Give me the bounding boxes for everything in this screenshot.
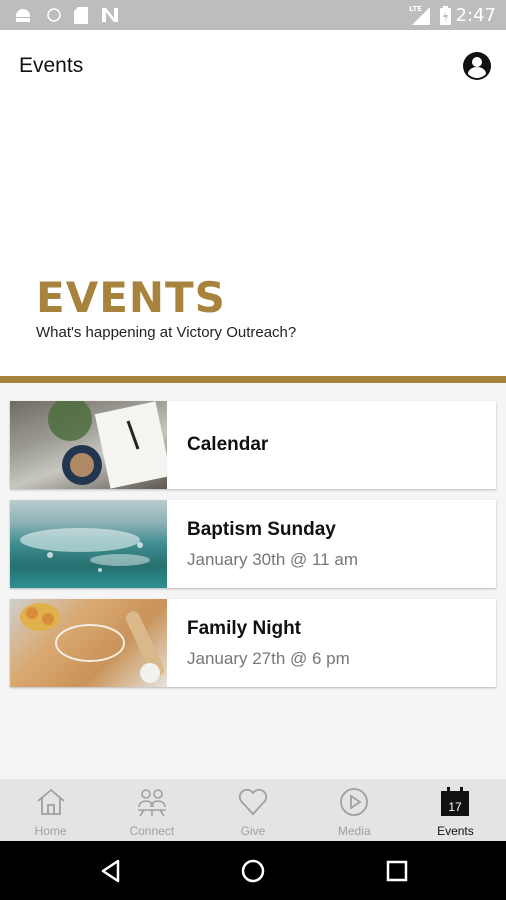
app-title: Events [19, 54, 84, 77]
family-night-thumbnail [10, 599, 167, 687]
battery-icon [440, 6, 451, 25]
nav-connect[interactable]: Connect [101, 779, 202, 841]
nav-label: Connect [129, 824, 175, 838]
nav-give[interactable]: Give [202, 779, 303, 841]
heart-icon [238, 788, 268, 816]
android-icon [16, 9, 30, 22]
calendar-day: 17 [449, 800, 463, 814]
profile-icon [463, 52, 491, 80]
hero-divider [0, 376, 506, 383]
n-icon [102, 8, 118, 22]
event-date: January 27th @ 6 pm [187, 648, 350, 668]
bottom-navigation: Home Connect Give Media 17 Events [0, 779, 506, 841]
profile-button[interactable] [462, 51, 492, 81]
nav-label: Media [337, 824, 371, 838]
event-date: January 30th @ 11 am [187, 549, 358, 569]
baptism-thumbnail [10, 500, 167, 588]
nav-label: Home [34, 824, 67, 838]
hero-subtitle: What's happening at Victory Outreach? [36, 324, 297, 341]
status-bar: LTE 2:47 [0, 0, 506, 30]
play-icon [340, 788, 369, 816]
system-navigation-bar [0, 841, 506, 900]
event-title: Family Night [187, 617, 302, 639]
events-hero: EVENTS What's happening at Victory Outre… [0, 102, 506, 376]
calendar-icon: 17 [441, 787, 470, 816]
recents-icon[interactable] [384, 858, 410, 884]
event-card-calendar[interactable]: Calendar [10, 401, 496, 489]
people-icon [137, 789, 166, 817]
sync-icon [47, 8, 61, 22]
clock: 2:47 [455, 5, 496, 26]
event-list: Calendar Baptism Sunday January 30th @ 1… [10, 401, 496, 698]
home-circle-icon[interactable] [240, 858, 266, 884]
signal-icon [412, 7, 430, 25]
home-icon [37, 788, 65, 815]
nav-label: Give [240, 824, 266, 838]
nav-home[interactable]: Home [0, 779, 101, 841]
nav-events[interactable]: 17 Events [405, 779, 506, 841]
event-card-baptism-sunday[interactable]: Baptism Sunday January 30th @ 11 am [10, 500, 496, 588]
nav-label: Events [437, 824, 474, 838]
calendar-thumbnail [10, 401, 167, 489]
event-title: Calendar [187, 434, 269, 455]
hero-title: EVENTS [36, 273, 226, 322]
back-icon[interactable] [98, 858, 124, 884]
event-title: Baptism Sunday [187, 518, 336, 540]
sd-card-icon [74, 7, 88, 24]
nav-media[interactable]: Media [304, 779, 405, 841]
event-card-family-night[interactable]: Family Night January 27th @ 6 pm [10, 599, 496, 687]
app-bar: Events [0, 30, 506, 102]
